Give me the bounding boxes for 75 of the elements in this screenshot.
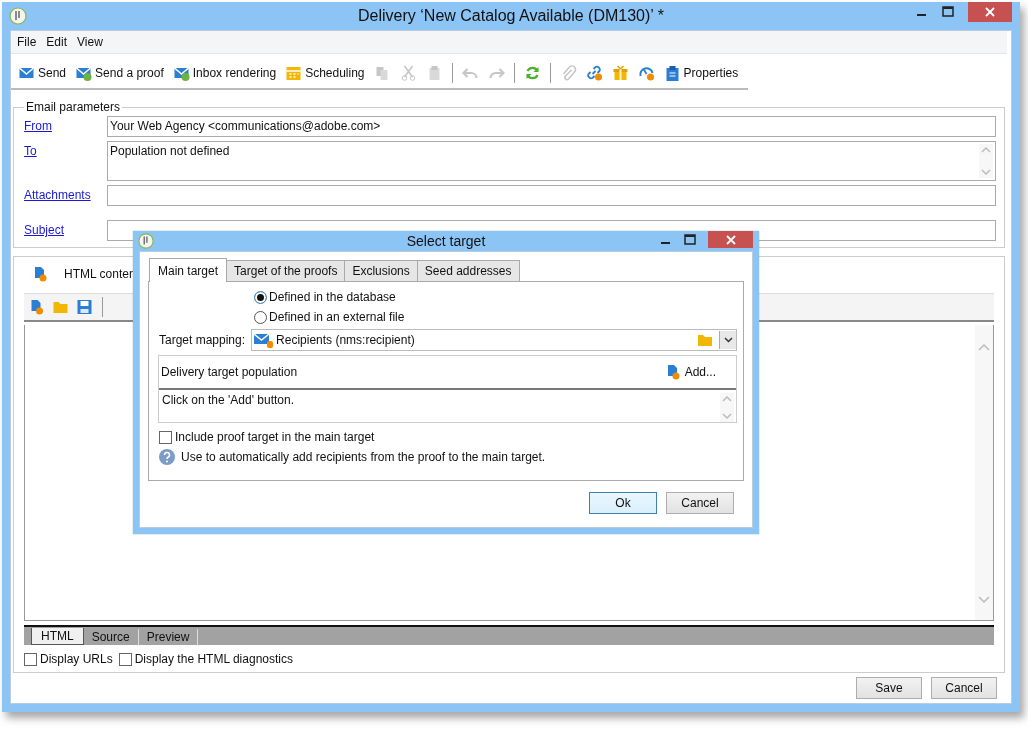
menu-item[interactable]: Edit xyxy=(44,35,76,49)
field-value: Population not defined xyxy=(110,144,230,160)
close-icon xyxy=(985,7,995,17)
target-mapping-field[interactable]: Recipients (nms:recipient) xyxy=(251,329,737,351)
folder-icon[interactable] xyxy=(697,333,713,347)
dialog-button[interactable]: Ok xyxy=(589,492,657,514)
add-button[interactable]: Add... xyxy=(664,364,716,380)
close-icon xyxy=(725,234,736,245)
checkbox-label: Include proof target in the main target xyxy=(175,430,375,444)
input-field[interactable]: Population not defined xyxy=(107,141,996,181)
toolbar-button[interactable]: Inbox rendering xyxy=(170,63,279,83)
toolbar-button[interactable]: Properties xyxy=(661,63,741,83)
scroll-down-icon[interactable] xyxy=(978,596,990,604)
scroll-up-icon[interactable] xyxy=(978,343,990,351)
field-link[interactable]: Subject xyxy=(24,220,107,237)
field-link[interactable]: From xyxy=(24,116,107,133)
close-button[interactable] xyxy=(708,231,753,248)
checkbox[interactable] xyxy=(24,652,37,666)
dialog-tab[interactable]: Exclusions xyxy=(344,260,418,281)
window-title: Delivery ‘New Catalog Available (DM130)’ * xyxy=(358,7,664,25)
save-icon[interactable] xyxy=(76,299,93,315)
dropdown-button[interactable] xyxy=(719,331,736,349)
footer-button[interactable]: Save xyxy=(856,677,922,699)
info-text: Use to automatically add recipients from the proof to the main target. xyxy=(181,450,546,464)
radio-label: Defined in an external file xyxy=(269,310,405,324)
envelope-check-icon xyxy=(172,65,190,81)
calendar-icon xyxy=(285,65,303,81)
section-title: Delivery target population xyxy=(161,365,298,379)
dialog-tab[interactable]: Main target xyxy=(149,258,228,282)
field-link[interactable]: To xyxy=(24,141,107,158)
checkbox[interactable] xyxy=(118,652,132,666)
radio-label: Defined in the database xyxy=(269,290,396,304)
checkbox-label: Display URLs xyxy=(40,652,113,666)
radio-button[interactable] xyxy=(254,290,267,304)
toolbar-button[interactable]: Send xyxy=(16,63,69,83)
dialog-button[interactable]: Cancel xyxy=(666,492,734,514)
checkbox-label: Display the HTML diagnostics xyxy=(134,652,293,666)
view-tab[interactable]: Preview xyxy=(138,629,199,645)
checkbox[interactable] xyxy=(159,430,172,444)
gift-icon[interactable] xyxy=(611,65,629,81)
field-value: Recipients (nms:recipient) xyxy=(276,333,416,347)
scroll-up-icon[interactable] xyxy=(722,395,732,402)
view-tab[interactable]: HTML xyxy=(31,628,84,645)
hint-text: Click on the 'Add' button. xyxy=(162,393,294,409)
dialog-title: Select target xyxy=(406,233,486,249)
dialog-tab[interactable]: Seed addresses xyxy=(416,260,520,281)
maximize-icon[interactable] xyxy=(684,233,696,246)
section-title: Email parameters xyxy=(25,100,122,114)
close-button[interactable] xyxy=(968,2,1012,22)
gauge-icon[interactable] xyxy=(637,65,655,81)
toolbar-button[interactable]: Send a proof xyxy=(73,63,166,83)
scroll-down-icon[interactable] xyxy=(981,169,991,176)
input-field[interactable]: Your Web Agency <communications@adobe.com> xyxy=(107,116,996,137)
app-logo-icon xyxy=(9,7,27,25)
help-icon xyxy=(159,449,175,465)
folder-icon[interactable] xyxy=(52,299,69,315)
population-list[interactable]: Click on the 'Add' button. xyxy=(159,388,736,422)
toolbar-button[interactable]: Scheduling xyxy=(283,63,367,83)
scroll-up-icon[interactable] xyxy=(981,146,991,153)
envelope-check-icon xyxy=(75,65,93,81)
dialog-tab[interactable]: Target of the proofs xyxy=(226,260,346,281)
document-icon xyxy=(32,266,48,282)
radio-button[interactable] xyxy=(254,310,267,324)
app-logo-icon xyxy=(138,233,154,249)
scroll-down-icon[interactable] xyxy=(722,413,732,420)
input-field[interactable] xyxy=(107,185,996,206)
field-label: Target mapping: xyxy=(159,333,246,347)
maximize-icon[interactable] xyxy=(942,6,954,18)
view-tab[interactable]: Source xyxy=(83,629,139,645)
menu-item[interactable]: File xyxy=(15,35,45,49)
field-link[interactable]: Attachments xyxy=(24,185,107,202)
footer-button[interactable]: Cancel xyxy=(931,677,997,699)
caret-icon xyxy=(723,337,733,343)
menu-item[interactable]: View xyxy=(75,35,111,49)
envelope-icon xyxy=(18,65,35,81)
